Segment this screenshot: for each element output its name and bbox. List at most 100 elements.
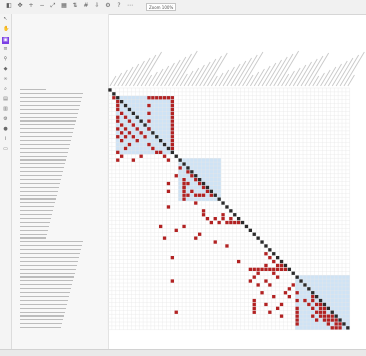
dependency-cell[interactable] — [315, 302, 319, 307]
dependency-cell[interactable] — [147, 103, 151, 108]
dependency-cell[interactable] — [116, 103, 120, 108]
dependency-cell[interactable] — [123, 115, 128, 119]
dependency-cell[interactable] — [318, 310, 323, 314]
diagonal-cell[interactable] — [135, 115, 139, 119]
dependency-cell[interactable] — [198, 181, 202, 186]
dependency-cell[interactable] — [295, 298, 299, 303]
dependency-cell[interactable] — [151, 96, 155, 100]
dependency-cell[interactable] — [326, 314, 330, 318]
dependency-cell[interactable] — [182, 189, 186, 193]
dependency-cell[interactable] — [260, 291, 264, 295]
dependency-cell[interactable] — [260, 267, 264, 271]
dependency-cell[interactable] — [155, 96, 159, 100]
column-label[interactable] — [347, 74, 355, 87]
diagonal-cell[interactable] — [174, 154, 178, 158]
dependency-cell[interactable] — [170, 139, 174, 143]
dependency-cell[interactable] — [120, 131, 124, 135]
dependency-cell[interactable] — [147, 127, 151, 131]
diagonal-cell[interactable] — [264, 244, 268, 248]
dependency-cell[interactable] — [178, 166, 182, 170]
diagonal-cell[interactable] — [194, 174, 198, 178]
dependency-cell[interactable] — [155, 150, 159, 154]
column-label[interactable] — [327, 63, 342, 87]
dependency-cell[interactable] — [322, 310, 327, 314]
column-label[interactable] — [160, 62, 175, 87]
diagonal-cell[interactable] — [221, 201, 225, 205]
column-label[interactable] — [304, 55, 324, 87]
dependency-cell[interactable] — [147, 142, 151, 147]
diagonal-cell[interactable] — [190, 170, 194, 174]
dependency-cell[interactable] — [311, 295, 315, 299]
column-label[interactable] — [144, 74, 153, 87]
dependency-cell[interactable] — [295, 314, 299, 318]
dependency-cell[interactable] — [264, 263, 268, 268]
dependency-cell[interactable] — [123, 127, 128, 131]
dependency-cell[interactable] — [170, 111, 174, 115]
dependency-cell[interactable] — [170, 107, 174, 112]
dependency-cell[interactable] — [147, 96, 151, 100]
dependency-cell[interactable] — [127, 142, 132, 147]
dependency-cell[interactable] — [174, 310, 178, 314]
dependency-cell[interactable] — [116, 158, 120, 162]
dependency-cell[interactable] — [307, 302, 311, 307]
dependency-cell[interactable] — [217, 220, 221, 225]
dependency-cell[interactable] — [127, 131, 132, 135]
dependency-cell[interactable] — [264, 302, 268, 307]
column-label[interactable] — [129, 60, 145, 87]
diagonal-cell[interactable] — [311, 291, 315, 295]
dependency-cell[interactable] — [295, 306, 299, 310]
dependency-cell[interactable] — [322, 314, 327, 318]
column-label[interactable] — [113, 72, 123, 87]
column-label[interactable] — [320, 69, 331, 87]
column-label[interactable] — [164, 59, 181, 87]
dependency-cell[interactable] — [311, 298, 315, 303]
dependency-cell[interactable] — [268, 256, 272, 260]
dependency-cell[interactable] — [272, 259, 276, 264]
dependency-cell[interactable] — [315, 318, 319, 322]
diagonal-cell[interactable] — [159, 139, 163, 143]
diagonal-cell[interactable] — [276, 256, 280, 260]
diagonal-cell[interactable] — [108, 88, 112, 92]
diagonal-cell[interactable] — [283, 263, 288, 268]
dependency-cell[interactable] — [147, 111, 151, 115]
dependency-cell[interactable] — [131, 135, 135, 139]
dependency-cell[interactable] — [190, 174, 194, 178]
diagonal-cell[interactable] — [252, 232, 256, 236]
dependency-cell[interactable] — [279, 263, 284, 268]
dependency-cell[interactable] — [291, 283, 295, 287]
dependency-cell[interactable] — [334, 318, 338, 322]
diagonal-cell[interactable] — [303, 283, 307, 287]
column-label[interactable] — [238, 54, 258, 87]
dependency-cell[interactable] — [116, 107, 120, 112]
dependency-cell[interactable] — [170, 279, 174, 283]
dependency-cell[interactable] — [209, 220, 213, 225]
dependency-cell[interactable] — [264, 252, 268, 256]
dependency-cell[interactable] — [272, 271, 276, 275]
dependency-cell[interactable] — [186, 181, 190, 186]
dependency-cell[interactable] — [116, 150, 120, 154]
dependency-cell[interactable] — [338, 322, 342, 326]
diagonal-cell[interactable] — [170, 150, 174, 154]
dependency-cell[interactable] — [330, 326, 334, 330]
column-label[interactable] — [207, 52, 228, 87]
dependency-cell[interactable] — [233, 220, 237, 225]
dependency-cell[interactable] — [174, 174, 178, 178]
diagonal-cell[interactable] — [237, 217, 241, 221]
dependency-cell[interactable] — [170, 119, 174, 123]
dependency-cell[interactable] — [162, 96, 167, 100]
dependency-cell[interactable] — [123, 146, 128, 151]
dependency-cell[interactable] — [268, 283, 272, 287]
dependency-cell[interactable] — [268, 310, 272, 314]
dependency-cell[interactable] — [166, 158, 171, 162]
dependency-cell[interactable] — [221, 213, 225, 217]
dependency-cell[interactable] — [135, 139, 139, 143]
dependency-cell[interactable] — [198, 193, 202, 197]
dependency-cell[interactable] — [287, 287, 291, 291]
dependency-cell[interactable] — [276, 306, 280, 310]
column-label[interactable] — [140, 51, 162, 87]
dependency-cell[interactable] — [194, 178, 198, 182]
dependency-cell[interactable] — [213, 217, 217, 221]
column-label[interactable] — [179, 73, 188, 87]
diagonal-cell[interactable] — [112, 92, 116, 96]
dependency-cell[interactable] — [170, 135, 174, 139]
